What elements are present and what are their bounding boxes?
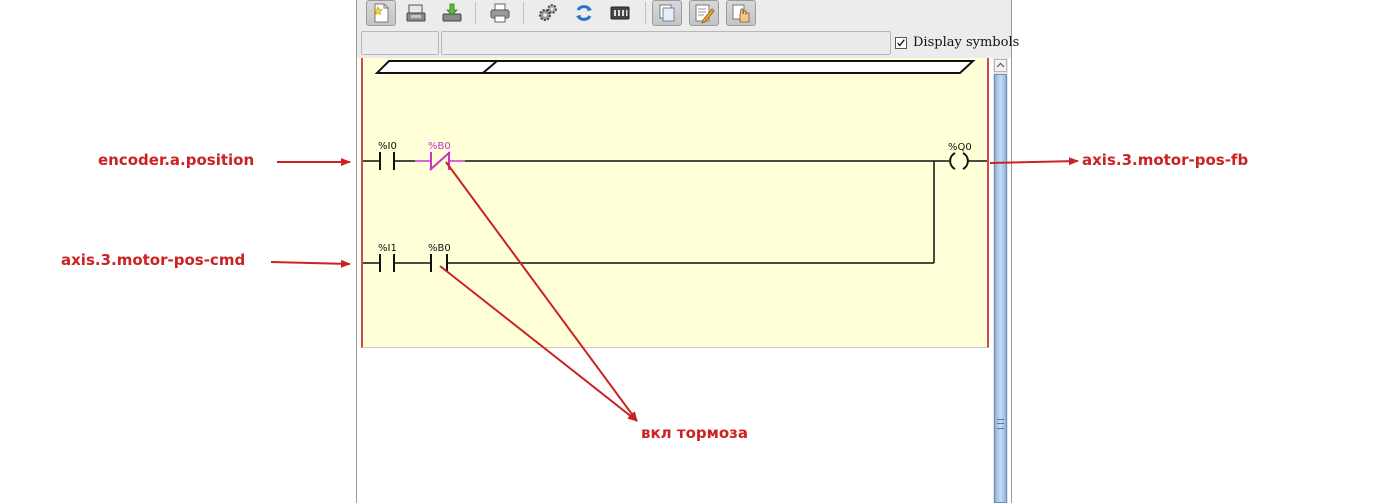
- arrow-input1: [270, 259, 351, 268]
- annotation-brake: вкл тормоза: [641, 424, 749, 442]
- annotation-encoder-position: encoder.a.position: [98, 151, 255, 169]
- arrow-brake-2: [439, 265, 638, 422]
- arrow-brake-1: [445, 161, 638, 422]
- annotation-motor-pos-cmd: axis.3.motor-pos-cmd: [61, 251, 246, 269]
- arrow-output: [989, 157, 1079, 166]
- annotation-motor-pos-fb: axis.3.motor-pos-fb: [1082, 151, 1249, 169]
